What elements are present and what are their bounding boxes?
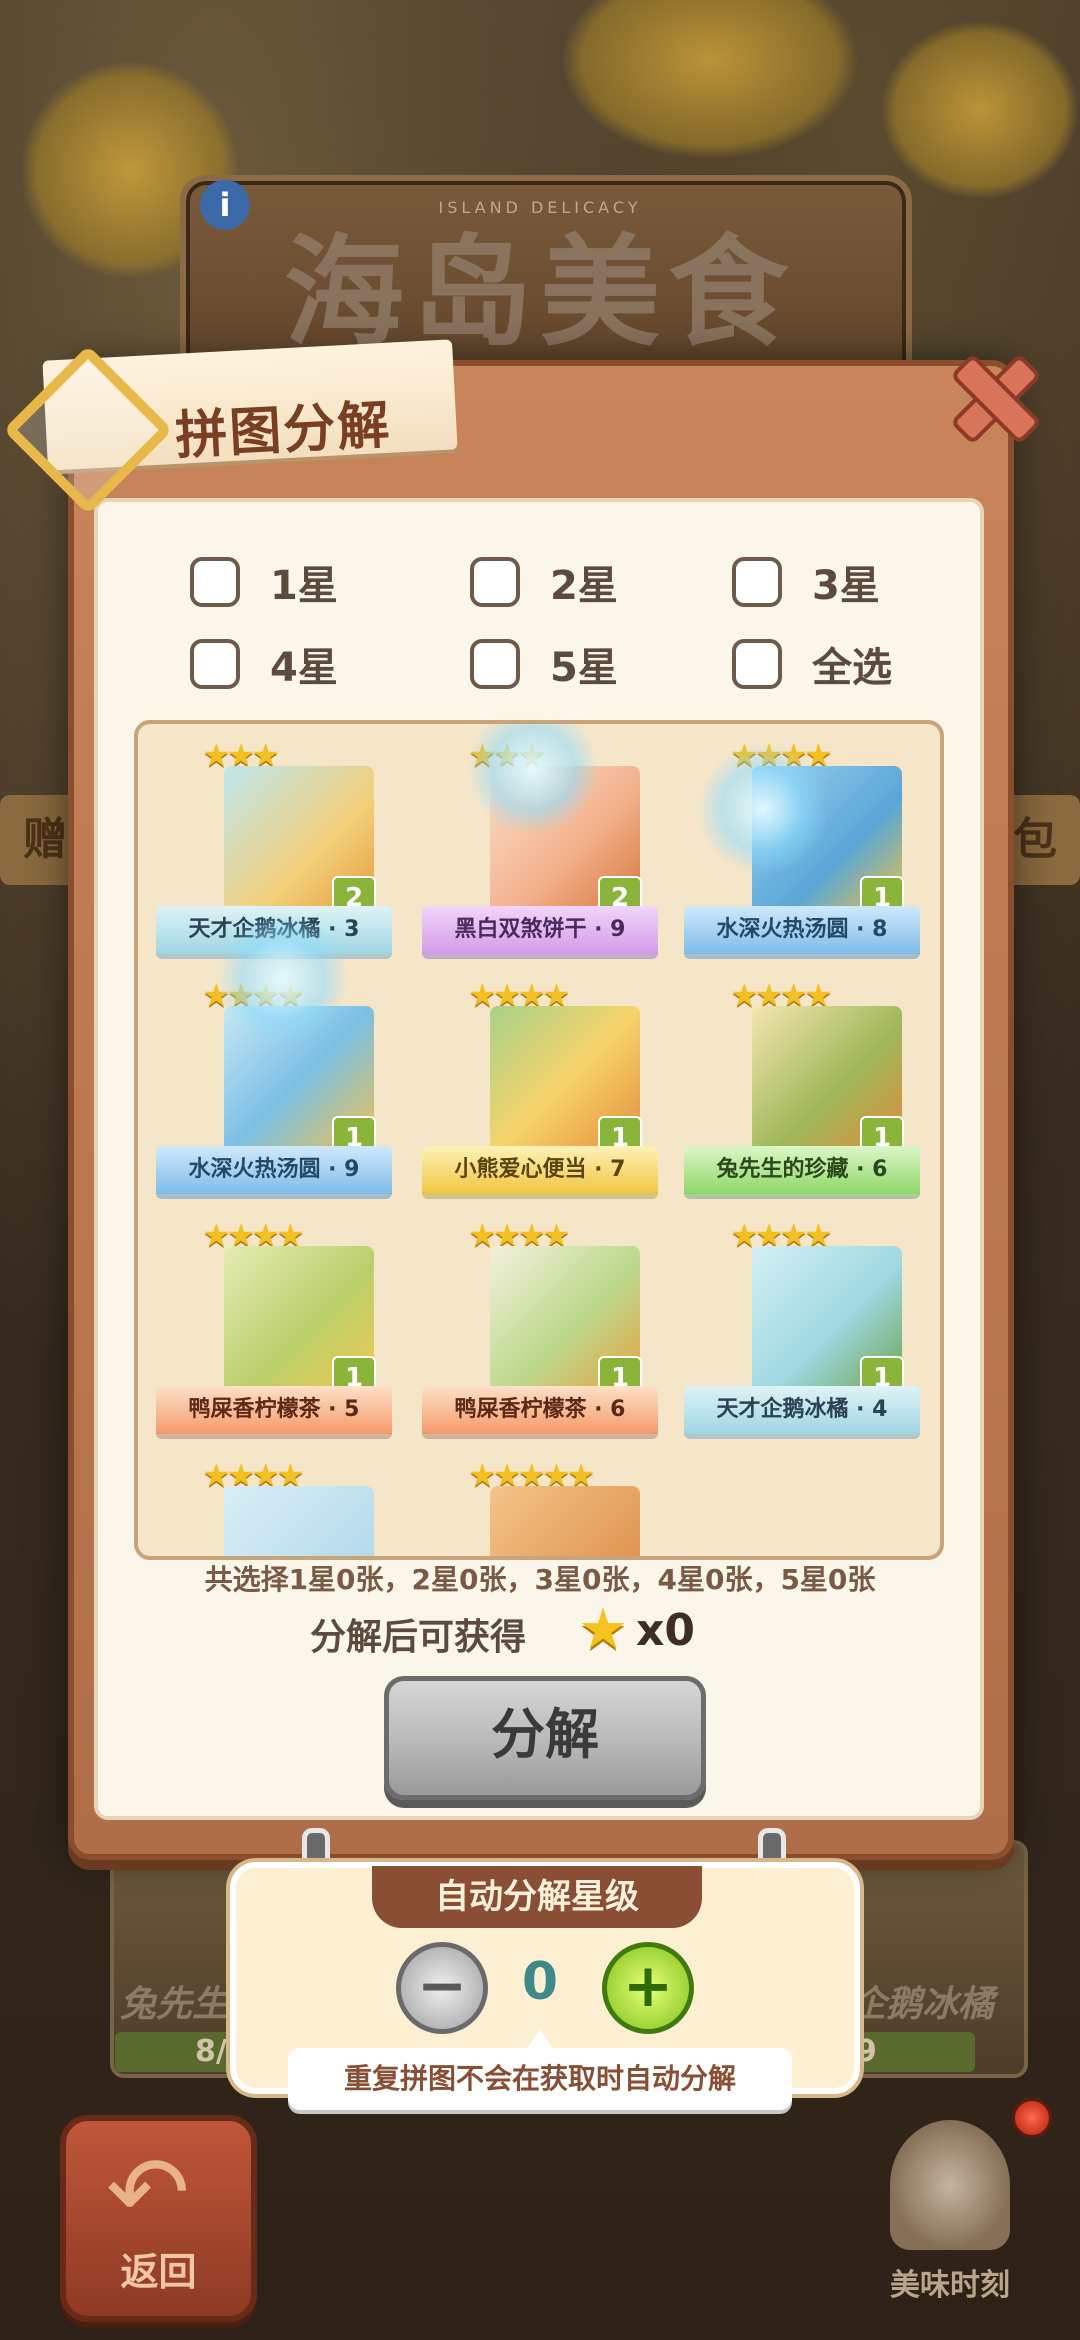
checkbox[interactable] — [732, 639, 782, 689]
filter-label: 5星 — [550, 645, 618, 691]
card-name-ribbon: 水深火热汤圆 · 9 — [156, 1146, 392, 1199]
filter-2-star[interactable]: 2星 — [470, 552, 618, 612]
puzzle-piece-image — [224, 1486, 374, 1556]
filter-1-star[interactable]: 1星 — [190, 552, 338, 612]
filter-label: 4星 — [270, 645, 338, 691]
checkbox[interactable] — [470, 557, 520, 607]
puzzle-card-grid[interactable]: ★★★ 2 天才企鹅冰橘 · 3 ★★★ 2 黑白双煞饼干 · 9 ★★★★ 1… — [134, 720, 944, 1560]
delicious-moment-button[interactable]: 美味时刻 — [870, 2120, 1030, 2320]
puzzle-card[interactable]: ★★★★ 1 小熊爱心便当 · 7 — [422, 976, 658, 1206]
reward-count: x0 — [636, 1605, 695, 1656]
back-arrow-icon: ↶ — [106, 2134, 190, 2251]
back-button[interactable]: ↶ 返回 — [60, 2115, 257, 2322]
tooltip-arrow — [526, 2030, 554, 2050]
filter-label: 3星 — [812, 563, 880, 609]
paw-glow-icon — [698, 744, 828, 874]
card-name-ribbon: 小熊爱心便当 · 7 — [422, 1146, 658, 1199]
background-card-left-label: 兔先生 — [120, 1984, 229, 2025]
checkbox[interactable] — [190, 639, 240, 689]
puzzle-card[interactable]: ★★★★ 1 鸭屎香柠檬茶 · 6 — [422, 1216, 658, 1446]
filter-4-star[interactable]: 4星 — [190, 634, 338, 694]
card-name-ribbon: 鸭屎香柠檬茶 · 6 — [422, 1386, 658, 1439]
filter-label: 2星 — [550, 563, 618, 609]
puzzle-card[interactable]: ★★★★ 1 天才企鹅冰橘 · 4 — [684, 1216, 920, 1446]
checkbox[interactable] — [470, 639, 520, 689]
decompose-button[interactable]: 分解 — [384, 1676, 706, 1800]
reward-label: 分解后可获得 — [310, 1617, 527, 1658]
filter-select-all[interactable]: 全选 — [732, 634, 892, 694]
card-name-ribbon: 天才企鹅冰橘 · 4 — [684, 1386, 920, 1439]
card-name-ribbon: 黑白双煞饼干 · 9 — [422, 906, 658, 959]
background-card-right-label: 企鹅冰橘 — [850, 1984, 995, 2025]
checkbox[interactable] — [190, 557, 240, 607]
modal-title: 拼图分解 — [173, 395, 393, 467]
puzzle-card[interactable]: ★★★★★ — [422, 1456, 658, 1556]
puzzle-card[interactable]: ★★★★ 1 鸭屎香柠檬茶 · 5 — [156, 1216, 392, 1446]
flower-decoration — [880, 20, 1080, 200]
filter-label: 全选 — [812, 645, 892, 691]
back-label: 返回 — [120, 2250, 197, 2294]
star-icon: ★ — [578, 1597, 629, 1662]
auto-decompose-value: 0 — [521, 1952, 559, 2012]
checkbox[interactable] — [732, 557, 782, 607]
decrease-button[interactable]: − — [396, 1942, 488, 2034]
delicious-moment-label: 美味时刻 — [890, 2268, 1010, 2303]
background-progress-left: 8/ — [115, 2032, 235, 2072]
puzzle-card[interactable]: ★★★★ 1 兔先生的珍藏 · 6 — [684, 976, 920, 1206]
filter-label: 1星 — [270, 563, 338, 609]
increase-button[interactable]: + — [602, 1942, 694, 2034]
close-button[interactable] — [940, 350, 1042, 445]
puzzle-card[interactable]: ★★★★ — [156, 1456, 392, 1556]
notification-dot — [1012, 2098, 1052, 2138]
filter-3-star[interactable]: 3星 — [732, 552, 880, 612]
auto-decompose-title: 自动分解星级 — [372, 1866, 702, 1928]
paw-glow-icon — [218, 914, 348, 1044]
card-name-ribbon: 兔先生的珍藏 · 6 — [684, 1146, 920, 1199]
puzzle-piece-image — [490, 1486, 640, 1556]
card-name-ribbon: 鸭屎香柠檬茶 · 5 — [156, 1386, 392, 1439]
card-name-ribbon: 水深火热汤圆 · 8 — [684, 906, 920, 959]
filter-5-star[interactable]: 5星 — [470, 634, 618, 694]
hamster-cake-icon — [890, 2120, 1010, 2250]
auto-decompose-note: 重复拼图不会在获取时自动分解 — [288, 2048, 792, 2110]
selection-summary: 共选择1星0张，2星0张，3星0张，4星0张，5星0张 — [204, 1563, 876, 1596]
